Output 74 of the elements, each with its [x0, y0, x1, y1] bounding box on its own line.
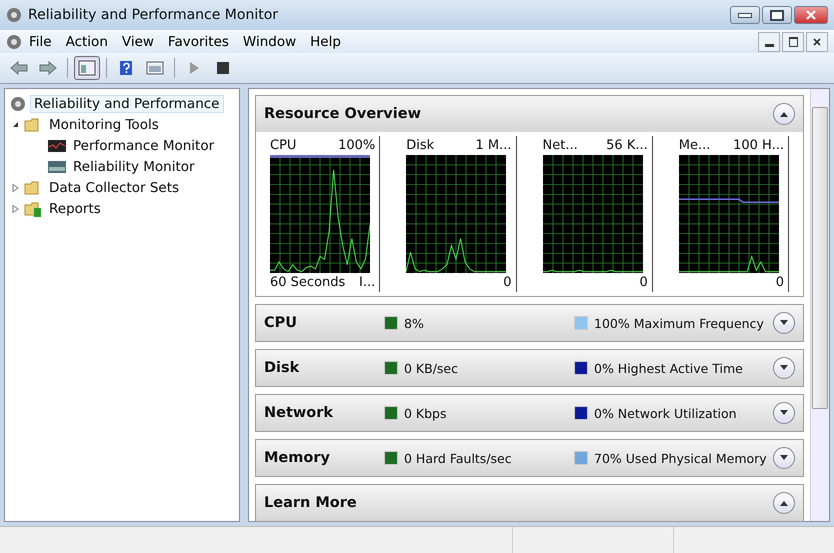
tree-item[interactable]: Monitoring Tools — [45, 116, 163, 134]
stat-value: 0 KB/sec — [404, 360, 458, 376]
collapse-button[interactable] — [773, 103, 795, 125]
gear-icon — [6, 34, 22, 50]
close-icon — [813, 38, 821, 46]
stat-value: 0 Hard Faults/sec — [404, 450, 512, 466]
graph-label: Disk — [406, 138, 434, 153]
section-title: Learn More — [264, 494, 358, 513]
collapse-button[interactable] — [773, 492, 795, 514]
section-title: Resource Overview — [264, 104, 421, 124]
stat-value: 0 Kbps — [404, 406, 447, 420]
graph-max: 1 M... — [475, 138, 512, 153]
left-arrow-icon — [10, 60, 28, 76]
down-caret-icon — [779, 319, 789, 327]
graph-max: 56 K... — [606, 138, 648, 153]
section-title: Network — [264, 404, 334, 423]
gear-icon — [6, 7, 22, 23]
menu-item[interactable]: Help — [303, 32, 348, 52]
expand-button[interactable] — [773, 312, 795, 334]
right-arrow-icon — [39, 60, 57, 76]
minimize-button[interactable] — [730, 6, 760, 24]
down-caret-icon — [779, 454, 789, 462]
down-caret-icon — [779, 364, 789, 372]
stat-value: 0% Highest Active Time — [594, 360, 743, 376]
folder-icon — [24, 200, 42, 216]
section-title: Disk — [264, 358, 300, 378]
gear-icon — [9, 96, 27, 112]
graph-label: Net... — [542, 138, 578, 153]
graph-min: I... — [359, 275, 376, 290]
menu-item[interactable]: Favorites — [160, 32, 236, 52]
expand-button[interactable] — [773, 402, 795, 424]
tree-item[interactable]: Reliability Monitor — [69, 158, 199, 176]
expand-button[interactable] — [773, 357, 795, 379]
window-icon — [146, 60, 164, 76]
close-button[interactable] — [794, 6, 828, 24]
menu-item[interactable]: Window — [236, 32, 304, 52]
graph-max: 100 H... — [733, 138, 784, 153]
menu-item[interactable]: File — [22, 32, 59, 52]
menu-item[interactable]: View — [114, 32, 161, 52]
up-caret-icon — [779, 499, 789, 507]
close-button[interactable] — [806, 32, 828, 52]
minimize-button[interactable] — [758, 32, 780, 52]
graph-max: 100% — [338, 138, 376, 153]
section-title: CPU — [264, 314, 298, 333]
console-tree-button[interactable] — [74, 56, 100, 80]
graph-min: 0 — [639, 275, 648, 290]
scrollbar[interactable] — [810, 89, 829, 521]
tree-item[interactable]: Data Collector Sets — [45, 178, 184, 196]
graph-label: Me... — [678, 138, 710, 153]
stat-value: 8% — [404, 316, 424, 330]
restore-button[interactable] — [782, 32, 804, 52]
monitor-icon — [48, 158, 66, 174]
stop-icon — [214, 60, 232, 76]
help-icon — [117, 60, 135, 76]
close-icon — [806, 10, 816, 20]
graph-min: 0 — [776, 275, 784, 290]
graph-label: CPU — [270, 138, 296, 153]
panel-icon — [78, 60, 96, 76]
stat-value: 100% Maximum Frequency — [594, 316, 764, 330]
expand-button[interactable] — [773, 447, 795, 469]
down-caret-icon — [779, 409, 789, 417]
maximize-button[interactable] — [762, 6, 792, 24]
stat-value: 0% Network Utilization — [594, 406, 737, 420]
section-title: Memory — [264, 448, 331, 468]
tree-item[interactable]: Reliability and Performance — [30, 94, 224, 112]
graph-timespan: 60 Seconds — [270, 275, 346, 290]
tree-item[interactable]: Performance Monitor — [69, 136, 218, 154]
menu-item[interactable]: Action — [58, 32, 115, 52]
stat-value: 70% Used Physical Memory — [594, 450, 767, 466]
up-caret-icon — [779, 110, 789, 118]
chart-icon — [48, 138, 66, 154]
graph-min: 0 — [503, 275, 512, 290]
tree-item[interactable]: Reports — [45, 200, 105, 218]
window-title: Reliability and Performance Monitor — [28, 7, 278, 23]
